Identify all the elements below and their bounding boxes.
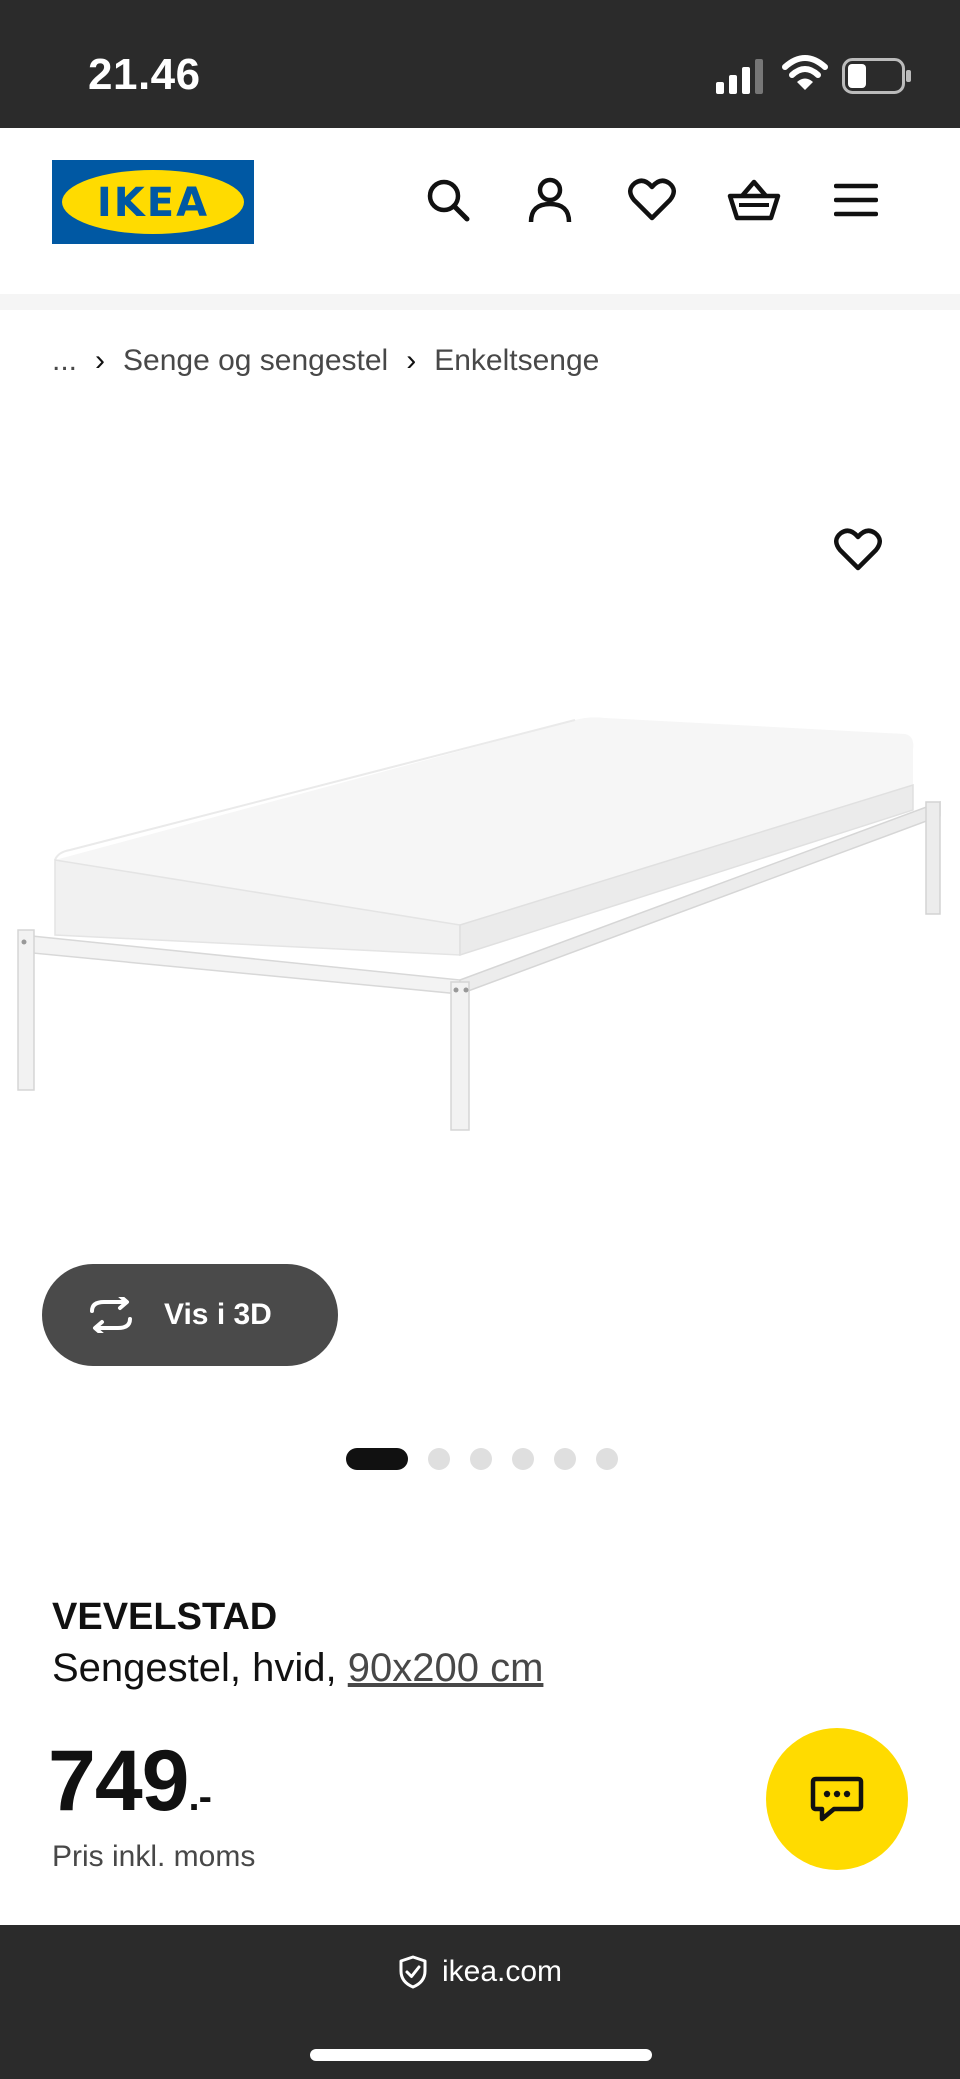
menu-icon[interactable] — [826, 170, 886, 230]
product-description: Sengestel, hvid, 90x200 cm — [52, 1646, 543, 1691]
view-in-3d-label: Vis i 3D — [164, 1298, 272, 1331]
shield-check-icon — [399, 1955, 427, 1989]
status-time: 21.46 — [88, 50, 201, 99]
chat-icon — [810, 1776, 864, 1822]
breadcrumb-item-enkeltsenge[interactable]: Enkeltsenge — [434, 344, 599, 378]
carousel-dot[interactable] — [470, 1448, 492, 1470]
breadcrumb: ... › Senge og sengestel › Enkeltsenge — [52, 344, 599, 378]
add-to-favourites-button[interactable] — [828, 520, 888, 580]
product-size-link[interactable]: 90x200 cm — [348, 1646, 544, 1690]
search-icon[interactable] — [418, 170, 478, 230]
chevron-right-icon: › — [95, 344, 106, 377]
chat-button[interactable] — [766, 1728, 908, 1870]
breadcrumb-ellipsis[interactable]: ... — [52, 344, 77, 378]
shopping-basket-icon[interactable] — [724, 170, 784, 230]
ikea-logo[interactable]: IKEA — [52, 160, 254, 244]
breadcrumb-item-senge[interactable]: Senge og sengestel — [123, 344, 388, 378]
carousel-dot[interactable] — [512, 1448, 534, 1470]
product-image-bed[interactable] — [0, 690, 960, 1150]
browser-url-bar: ikea.com — [0, 1925, 960, 2079]
status-bar: 21.46 — [0, 0, 960, 128]
chevron-right-icon: › — [406, 344, 417, 377]
carousel-dot[interactable] — [554, 1448, 576, 1470]
heart-icon — [834, 528, 882, 571]
site-header: IKEA — [0, 128, 960, 294]
price-suffix: .- — [188, 1775, 212, 1819]
carousel-dot[interactable] — [346, 1448, 408, 1470]
product-name: VEVELSTAD — [52, 1596, 278, 1638]
favourites-heart-icon[interactable] — [622, 170, 682, 230]
image-carousel-indicator — [346, 1448, 618, 1470]
wifi-icon — [782, 55, 828, 90]
product-price: 749.- — [48, 1732, 212, 1831]
price-note: Pris inkl. moms — [52, 1840, 256, 1873]
carousel-dot[interactable] — [596, 1448, 618, 1470]
account-icon[interactable] — [520, 170, 580, 230]
view-in-3d-button[interactable]: Vis i 3D — [42, 1264, 338, 1366]
battery-icon — [842, 58, 911, 94]
url-text: ikea.com — [441, 1955, 563, 1988]
carousel-dot[interactable] — [428, 1448, 450, 1470]
price-value: 749 — [48, 1733, 189, 1829]
url-display[interactable]: ikea.com — [0, 1955, 960, 1989]
rotate-3d-icon — [90, 1297, 132, 1333]
cellular-signal-icon — [716, 59, 763, 94]
home-indicator[interactable] — [310, 2049, 652, 2061]
product-description-text: Sengestel, hvid, — [52, 1646, 348, 1690]
header-divider — [0, 294, 960, 310]
